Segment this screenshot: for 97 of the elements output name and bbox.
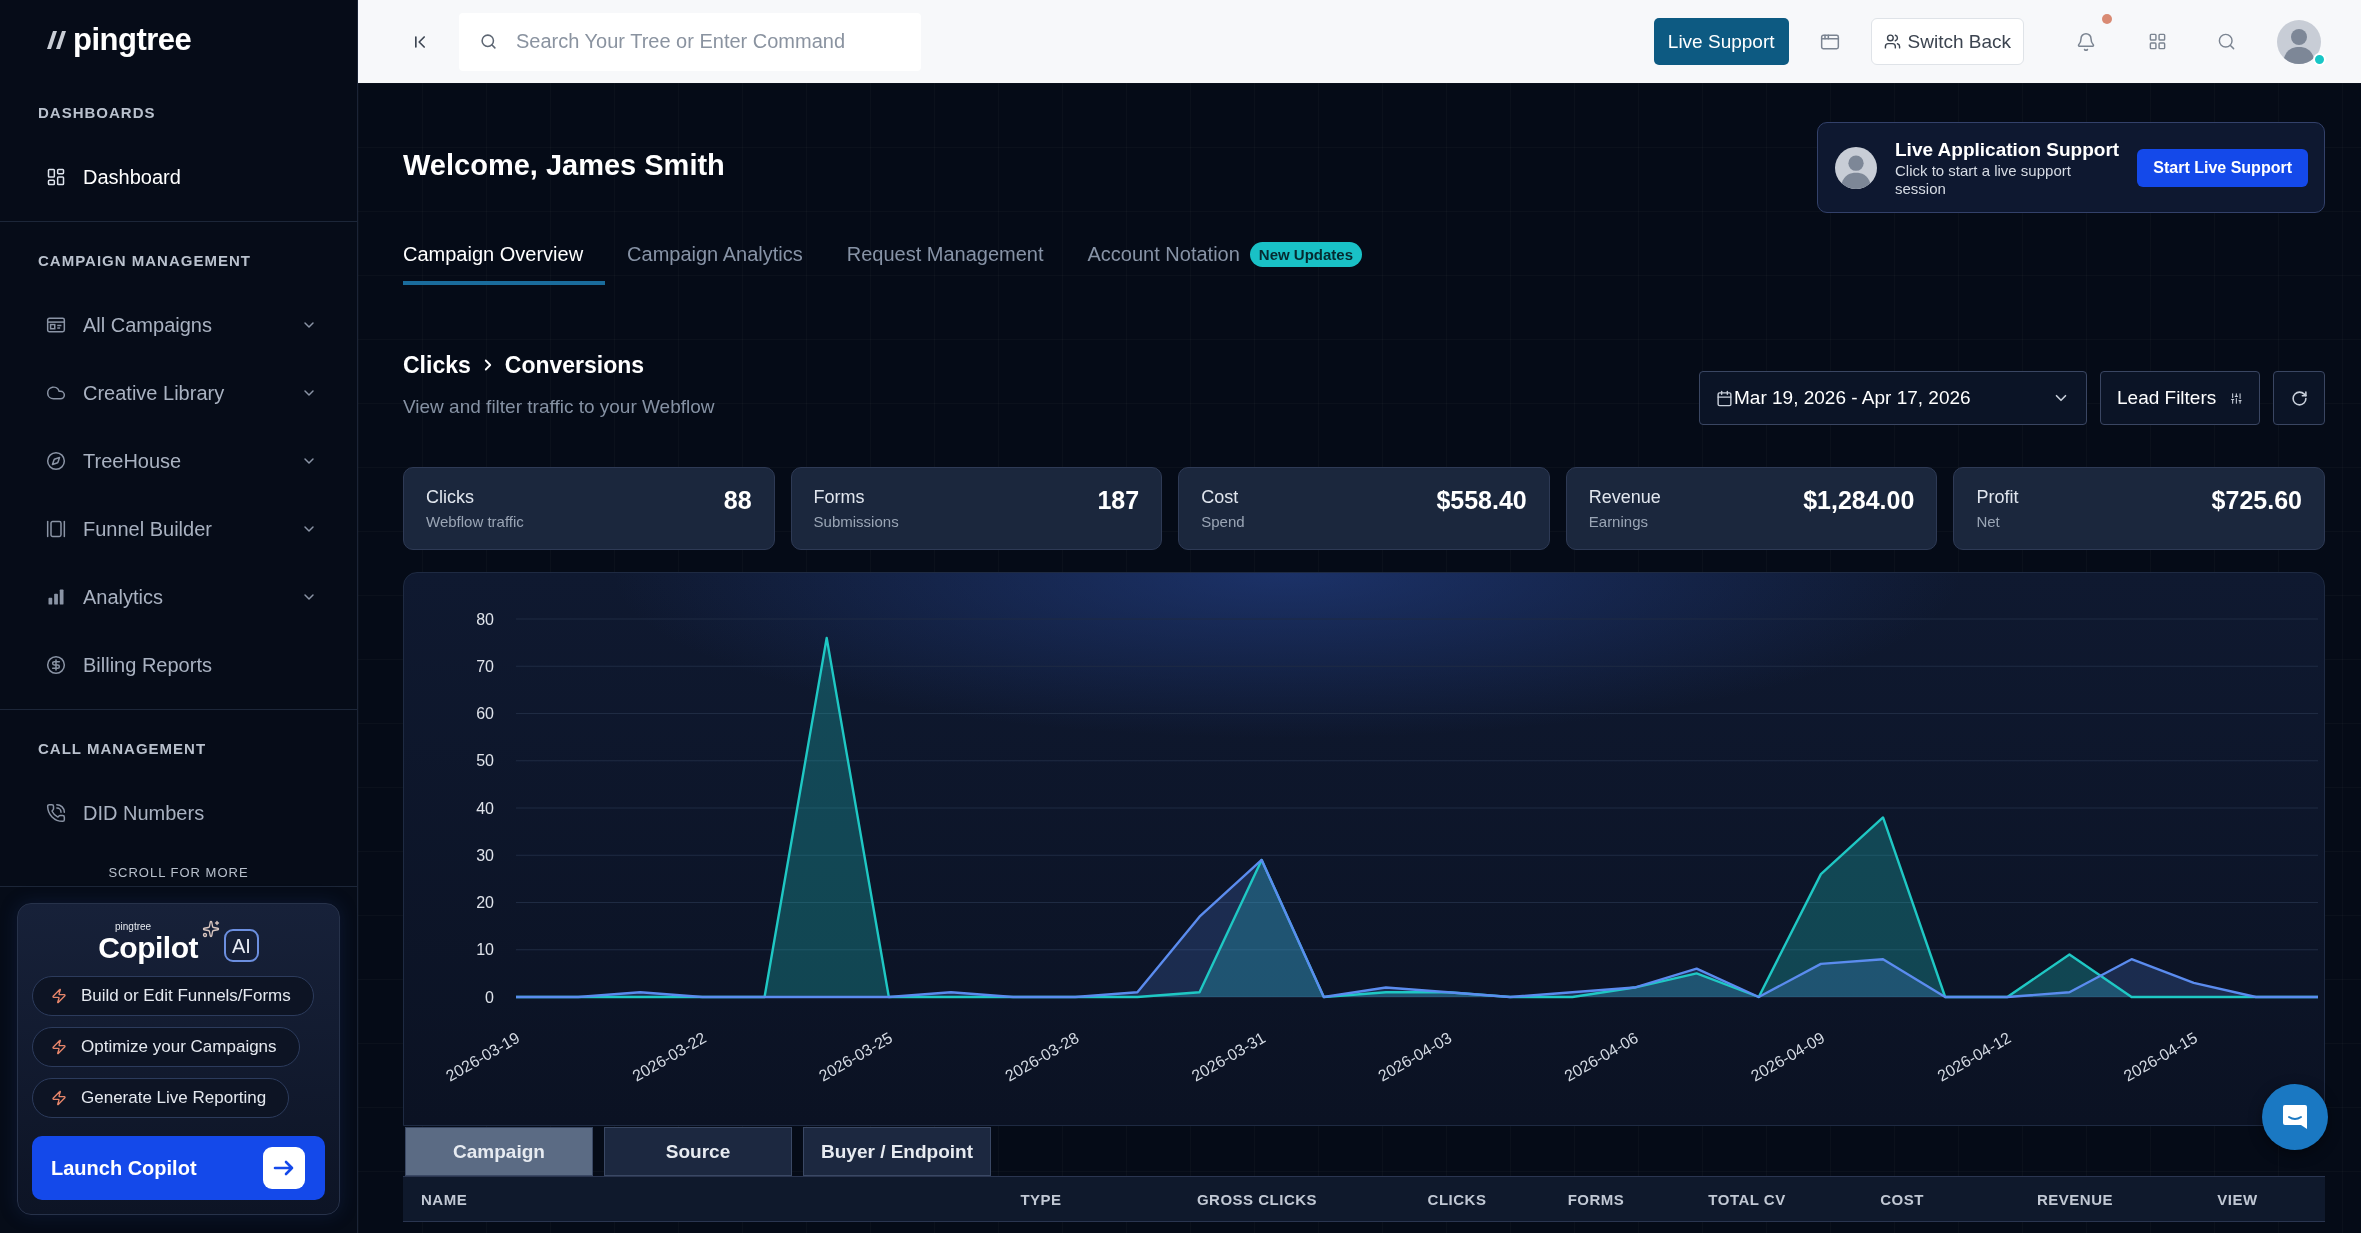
y-axis-label: 50 bbox=[476, 752, 494, 770]
dollar-icon bbox=[46, 655, 66, 675]
y-axis-label: 80 bbox=[476, 610, 494, 628]
stat-label: Profit bbox=[1976, 486, 2019, 508]
stat-sublabel: Submissions bbox=[813, 513, 899, 531]
avatar-icon[interactable] bbox=[2277, 19, 2321, 64]
breadcrumb-item[interactable]: Clicks bbox=[403, 351, 471, 379]
calendar-icon bbox=[1716, 389, 1733, 407]
stat-sublabel: Net bbox=[1976, 513, 2001, 531]
scroll-hint: SCROLL FOR MORE bbox=[108, 865, 249, 880]
sidebar-item[interactable]: All Campaigns bbox=[0, 291, 357, 359]
stat-label: Cost bbox=[1201, 486, 1240, 508]
tab[interactable]: Campaign bbox=[405, 1127, 593, 1176]
stat-value: $558.40 bbox=[1436, 485, 1527, 515]
refresh-icon bbox=[2290, 389, 2308, 407]
y-axis-label: 10 bbox=[476, 941, 494, 959]
tab[interactable]: Campaign Analytics bbox=[627, 241, 825, 285]
sidebar-item[interactable]: Analytics bbox=[0, 563, 357, 631]
stat-label: Forms bbox=[813, 486, 866, 508]
start-support-button[interactable]: Start Live Support bbox=[2137, 148, 2308, 187]
column-header: TYPE bbox=[1019, 1190, 1063, 1208]
bell-icon[interactable] bbox=[2076, 31, 2096, 52]
dashboard-icon bbox=[46, 167, 66, 187]
ai-badge: AI bbox=[223, 929, 259, 962]
y-axis-label: 40 bbox=[476, 799, 494, 817]
y-axis-label: 30 bbox=[476, 846, 494, 864]
support-title: Live Application Support bbox=[1895, 137, 2120, 162]
lead-filters-button[interactable]: Lead Filters bbox=[2100, 371, 2260, 425]
lightning-icon bbox=[51, 988, 67, 1004]
sparkle-icon bbox=[201, 920, 220, 938]
tab[interactable]: Request Management bbox=[846, 241, 1066, 285]
tab[interactable]: Buyer / Endpoint bbox=[803, 1127, 991, 1176]
search-icon bbox=[480, 32, 497, 50]
stat-sublabel: Earnings bbox=[1588, 513, 1649, 531]
live-support-button[interactable]: Live Support bbox=[1653, 18, 1789, 65]
column-header: FORMS bbox=[1566, 1190, 1626, 1208]
window-icon bbox=[46, 315, 66, 335]
y-axis-label: 20 bbox=[476, 894, 494, 911]
search-field[interactable]: Search Your Tree or Enter Command bbox=[459, 12, 921, 71]
grid-icon[interactable] bbox=[2148, 32, 2167, 51]
stat-sublabel: Spend bbox=[1201, 513, 1245, 531]
column-header: CLICKS bbox=[1426, 1190, 1488, 1208]
y-axis-label: 0 bbox=[485, 988, 494, 1006]
updates-badge: New Updates bbox=[1249, 241, 1363, 267]
column-header: TOTAL CV bbox=[1707, 1190, 1787, 1208]
gallery-icon bbox=[46, 519, 66, 539]
compass-icon bbox=[46, 451, 66, 471]
y-axis-label: 60 bbox=[476, 705, 494, 722]
sidebar-item[interactable]: Billing Reports bbox=[0, 631, 357, 699]
tab[interactable]: Account Notation New Updates bbox=[1087, 241, 1385, 285]
section-heading: CALL MANAGEMENT bbox=[38, 740, 207, 757]
column-header: COST bbox=[1879, 1190, 1925, 1208]
users-icon bbox=[1883, 33, 1901, 50]
sidebar-item[interactable]: Funnel Builder bbox=[0, 495, 357, 563]
avatar-icon bbox=[1835, 146, 1877, 189]
switch-back-button[interactable]: Switch Back bbox=[1870, 18, 2024, 65]
welcome-heading: Welcome, James Smith bbox=[403, 148, 725, 182]
section-heading: CAMPAIGN MANAGEMENT bbox=[38, 252, 251, 269]
stat-sublabel: Webflow traffic bbox=[426, 513, 524, 531]
column-header: NAME bbox=[420, 1190, 469, 1208]
search-icon[interactable] bbox=[2217, 32, 2236, 51]
stat-value: $725.60 bbox=[2211, 485, 2302, 515]
suggestion-chip[interactable]: Optimize your Campaigns bbox=[32, 1027, 300, 1067]
lightning-icon bbox=[51, 1090, 67, 1106]
column-header: REVENUE bbox=[2036, 1190, 2114, 1208]
sidebar-item[interactable]: Dashboard bbox=[0, 143, 357, 211]
y-axis-label: 70 bbox=[476, 657, 494, 675]
stat-value: 88 bbox=[723, 485, 752, 515]
stat-value: $1,284.00 bbox=[1803, 485, 1915, 515]
stat-value: 187 bbox=[1097, 485, 1140, 515]
date-range-picker[interactable]: Mar 19, 2026 - Apr 17, 2026 bbox=[1699, 371, 2087, 425]
phone-icon bbox=[46, 803, 66, 823]
suggestion-chip[interactable]: Build or Edit Funnels/Forms bbox=[32, 976, 314, 1016]
section-subtitle: View and filter traffic to your Webflow bbox=[403, 395, 715, 419]
support-description: Click to start a live support session bbox=[1895, 161, 2072, 198]
bar-chart-icon bbox=[46, 587, 66, 607]
column-header: GROSS CLICKS bbox=[1195, 1190, 1319, 1208]
tab[interactable]: Source bbox=[604, 1127, 792, 1176]
brand-name: pingtree bbox=[114, 922, 152, 932]
sidebar-item[interactable]: TreeHouse bbox=[0, 427, 357, 495]
chat-icon bbox=[2280, 1102, 2310, 1132]
tab[interactable]: Campaign Overview bbox=[403, 241, 606, 285]
breadcrumb-item: Conversions bbox=[504, 351, 645, 379]
section-heading: DASHBOARDS bbox=[38, 104, 156, 121]
cloud-icon bbox=[46, 383, 66, 403]
lightning-icon bbox=[51, 1039, 67, 1055]
logo-icon bbox=[45, 29, 69, 51]
brand-name: pingtree bbox=[73, 22, 192, 58]
suggestion-chip[interactable]: Generate Live Reporting bbox=[32, 1078, 290, 1118]
launch-button[interactable]: Launch Copilot bbox=[32, 1136, 325, 1200]
refresh-button[interactable] bbox=[2273, 371, 2325, 425]
sidebar-item[interactable]: DID Numbers bbox=[0, 779, 357, 847]
copilot-title: Copilot bbox=[98, 932, 198, 964]
sidebar-item[interactable]: Creative Library bbox=[0, 359, 357, 427]
stat-label: Revenue bbox=[1588, 486, 1661, 508]
column-header: VIEW bbox=[2216, 1190, 2259, 1208]
stat-label: Clicks bbox=[426, 486, 475, 508]
